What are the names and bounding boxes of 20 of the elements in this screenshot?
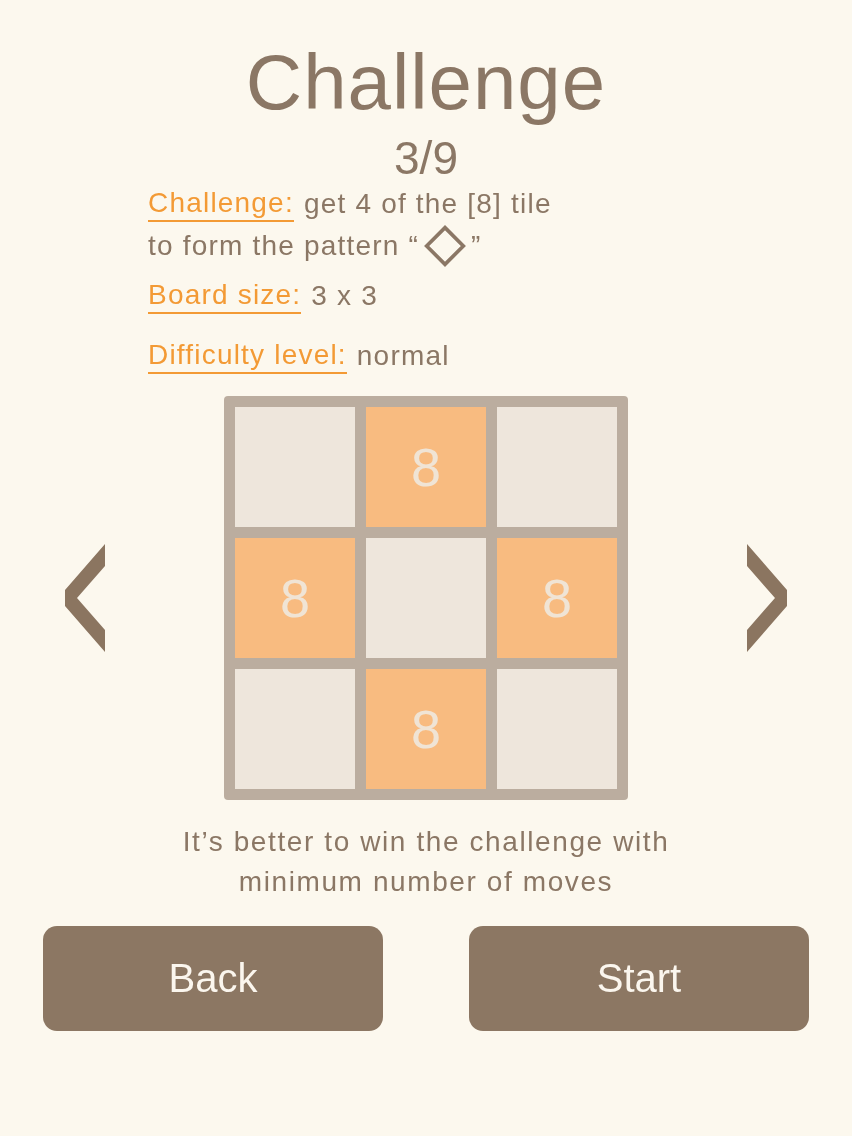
closing-quote: ” — [471, 229, 482, 263]
start-button[interactable]: Start — [469, 926, 809, 1031]
info-label: Challenge: — [148, 186, 294, 222]
number-tile: 8 — [497, 538, 617, 658]
info-value: get 4 of the [8] tile — [303, 187, 552, 221]
number-tile: 8 — [366, 669, 486, 789]
info-value: 3 x 3 — [311, 279, 378, 313]
next-arrow-icon[interactable] — [747, 544, 787, 652]
info-value: normal — [356, 339, 450, 373]
number-tile: 8 — [366, 407, 486, 527]
diamond-icon — [423, 224, 468, 268]
hint-text: It’s better to win the challenge with minimum number of moves — [181, 825, 671, 899]
challenge-number: 3/9 — [394, 132, 458, 184]
info-value: to form the pattern “ — [148, 229, 420, 263]
page-title: Challenge — [245, 37, 607, 128]
previous-arrow-icon[interactable] — [65, 544, 105, 652]
info-label: Board size: — [148, 278, 302, 314]
number-tile: 8 — [235, 538, 355, 658]
back-button[interactable]: Back — [43, 926, 383, 1031]
info-label: Difficulty level: — [148, 338, 347, 374]
